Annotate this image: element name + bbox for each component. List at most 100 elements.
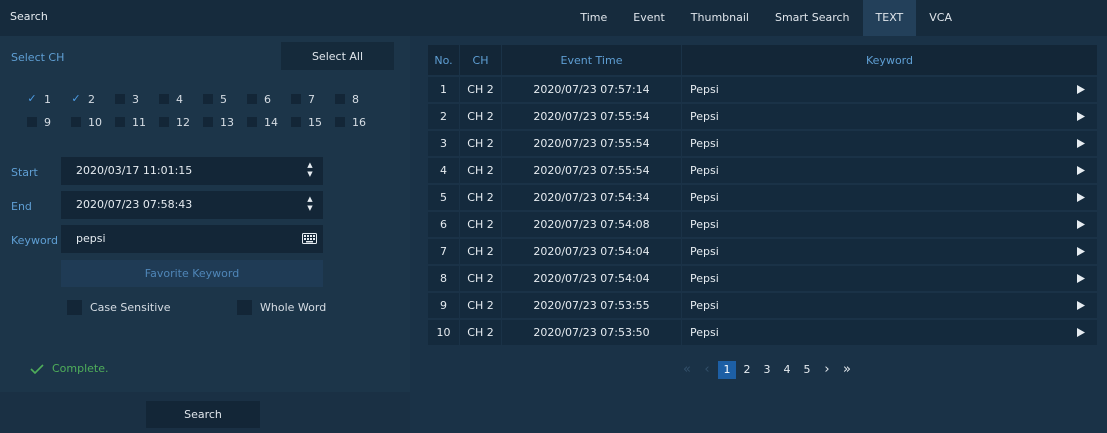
page-button-5[interactable]: 5 bbox=[798, 361, 816, 379]
tab-event[interactable]: Event bbox=[620, 0, 678, 36]
tab-text[interactable]: TEXT bbox=[862, 0, 917, 36]
play-icon[interactable] bbox=[1077, 247, 1085, 256]
channel-label: 1 bbox=[44, 92, 51, 106]
table-row[interactable]: 8 CH 2 2020/07/23 07:54:04 Pepsi bbox=[428, 266, 1098, 291]
start-datetime-field[interactable]: 2020/03/17 11:01:15 ▲ ▼ bbox=[61, 157, 323, 185]
play-icon[interactable] bbox=[1077, 166, 1085, 175]
keyboard-icon[interactable] bbox=[302, 233, 317, 244]
checkbox-box[interactable] bbox=[247, 117, 257, 127]
channel-checkbox-8[interactable]: 8 bbox=[335, 89, 379, 109]
table-row[interactable]: 10 CH 2 2020/07/23 07:53:50 Pepsi bbox=[428, 320, 1098, 345]
checkbox-box[interactable] bbox=[291, 117, 301, 127]
header-event-time[interactable]: Event Time bbox=[502, 45, 682, 75]
end-datetime-field[interactable]: 2020/07/23 07:58:43 ▲ ▼ bbox=[61, 191, 323, 219]
tab-thumbnail[interactable]: Thumbnail bbox=[678, 0, 762, 36]
cell-ch: CH 2 bbox=[460, 158, 502, 183]
play-icon[interactable] bbox=[1077, 139, 1085, 148]
header-keyword[interactable]: Keyword bbox=[682, 45, 1098, 75]
page-button-1[interactable]: 1 bbox=[718, 361, 736, 379]
channel-checkbox-grid: ✓ 1 ✓ 2 3 4 5 6 7 8 9 10 11 12 13 14 15 16 bbox=[27, 89, 387, 135]
play-icon[interactable] bbox=[1077, 193, 1085, 202]
checkmark-icon[interactable]: ✓ bbox=[71, 93, 81, 104]
tab-vca[interactable]: VCA bbox=[916, 0, 965, 36]
search-button[interactable]: Search bbox=[146, 401, 260, 428]
channel-checkbox-1[interactable]: ✓ 1 bbox=[27, 89, 71, 109]
channel-checkbox-5[interactable]: 5 bbox=[203, 89, 247, 109]
table-row[interactable]: 3 CH 2 2020/07/23 07:55:54 Pepsi bbox=[428, 131, 1098, 156]
checkmark-icon[interactable]: ✓ bbox=[27, 93, 37, 104]
tab-smart-search[interactable]: Smart Search bbox=[762, 0, 863, 36]
checkbox-box[interactable] bbox=[159, 94, 169, 104]
table-row[interactable]: 6 CH 2 2020/07/23 07:54:08 Pepsi bbox=[428, 212, 1098, 237]
channel-checkbox-7[interactable]: 7 bbox=[291, 89, 335, 109]
select-all-button[interactable]: Select All bbox=[281, 42, 394, 70]
channel-checkbox-6[interactable]: 6 bbox=[247, 89, 291, 109]
page-button-4[interactable]: 4 bbox=[778, 361, 796, 379]
first-page-icon[interactable]: « bbox=[678, 361, 696, 379]
channel-checkbox-11[interactable]: 11 bbox=[115, 112, 159, 132]
cell-event-time: 2020/07/23 07:53:55 bbox=[502, 293, 682, 318]
channel-checkbox-13[interactable]: 13 bbox=[203, 112, 247, 132]
checkbox-box[interactable] bbox=[71, 117, 81, 127]
cell-ch: CH 2 bbox=[460, 212, 502, 237]
checkbox-box[interactable] bbox=[203, 94, 213, 104]
channel-checkbox-3[interactable]: 3 bbox=[115, 89, 159, 109]
checkbox-box[interactable] bbox=[27, 117, 37, 127]
case-sensitive-option[interactable]: Case Sensitive bbox=[67, 300, 171, 315]
whole-word-option[interactable]: Whole Word bbox=[237, 300, 326, 315]
play-icon[interactable] bbox=[1077, 85, 1085, 94]
channel-checkbox-12[interactable]: 12 bbox=[159, 112, 203, 132]
channel-label: 6 bbox=[264, 92, 271, 106]
channel-checkbox-14[interactable]: 14 bbox=[247, 112, 291, 132]
play-icon[interactable] bbox=[1077, 112, 1085, 121]
cell-ch: CH 2 bbox=[460, 131, 502, 156]
page-button-3[interactable]: 3 bbox=[758, 361, 776, 379]
table-row[interactable]: 2 CH 2 2020/07/23 07:55:54 Pepsi bbox=[428, 104, 1098, 129]
channel-checkbox-4[interactable]: 4 bbox=[159, 89, 203, 109]
play-icon[interactable] bbox=[1077, 301, 1085, 310]
play-icon[interactable] bbox=[1077, 274, 1085, 283]
header-ch[interactable]: CH bbox=[460, 45, 502, 75]
table-row[interactable]: 9 CH 2 2020/07/23 07:53:55 Pepsi bbox=[428, 293, 1098, 318]
whole-word-checkbox[interactable] bbox=[237, 300, 252, 315]
table-row[interactable]: 5 CH 2 2020/07/23 07:54:34 Pepsi bbox=[428, 185, 1098, 210]
checkbox-box[interactable] bbox=[115, 94, 125, 104]
spinner-arrows-icon[interactable]: ▲ ▼ bbox=[305, 195, 315, 215]
channel-label: 14 bbox=[264, 115, 278, 129]
cell-no: 8 bbox=[428, 266, 460, 291]
header-no[interactable]: No. bbox=[428, 45, 460, 75]
channel-checkbox-2[interactable]: ✓ 2 bbox=[71, 89, 115, 109]
cell-keyword: Pepsi bbox=[682, 266, 1098, 291]
play-icon[interactable] bbox=[1077, 328, 1085, 337]
tab-time[interactable]: Time bbox=[567, 0, 620, 36]
checkbox-box[interactable] bbox=[335, 94, 345, 104]
channel-checkbox-10[interactable]: 10 bbox=[71, 112, 115, 132]
cell-keyword: Pepsi bbox=[682, 185, 1098, 210]
checkbox-box[interactable] bbox=[159, 117, 169, 127]
page-button-2[interactable]: 2 bbox=[738, 361, 756, 379]
table-row[interactable]: 4 CH 2 2020/07/23 07:55:54 Pepsi bbox=[428, 158, 1098, 183]
prev-page-icon[interactable]: ‹ bbox=[698, 361, 716, 379]
spinner-arrows-icon[interactable]: ▲ ▼ bbox=[305, 161, 315, 181]
channel-checkbox-16[interactable]: 16 bbox=[335, 112, 379, 132]
checkbox-box[interactable] bbox=[115, 117, 125, 127]
table-row[interactable]: 7 CH 2 2020/07/23 07:54:04 Pepsi bbox=[428, 239, 1098, 264]
checkbox-box[interactable] bbox=[203, 117, 213, 127]
last-page-icon[interactable]: » bbox=[838, 361, 856, 379]
cell-keyword: Pepsi bbox=[682, 320, 1098, 345]
play-icon[interactable] bbox=[1077, 220, 1085, 229]
cell-event-time: 2020/07/23 07:53:50 bbox=[502, 320, 682, 345]
keyword-input[interactable]: pepsi bbox=[61, 225, 323, 253]
next-page-icon[interactable]: › bbox=[818, 361, 836, 379]
channel-checkbox-9[interactable]: 9 bbox=[27, 112, 71, 132]
table-row[interactable]: 1 CH 2 2020/07/23 07:57:14 Pepsi bbox=[428, 77, 1098, 102]
channel-checkbox-15[interactable]: 15 bbox=[291, 112, 335, 132]
channel-label: 11 bbox=[132, 115, 146, 129]
keyword-text: Pepsi bbox=[690, 137, 719, 150]
checkbox-box[interactable] bbox=[291, 94, 301, 104]
favorite-keyword-button[interactable]: Favorite Keyword bbox=[61, 260, 323, 287]
checkbox-box[interactable] bbox=[247, 94, 257, 104]
checkbox-box[interactable] bbox=[335, 117, 345, 127]
case-sensitive-checkbox[interactable] bbox=[67, 300, 82, 315]
app-title: Search bbox=[10, 10, 48, 23]
